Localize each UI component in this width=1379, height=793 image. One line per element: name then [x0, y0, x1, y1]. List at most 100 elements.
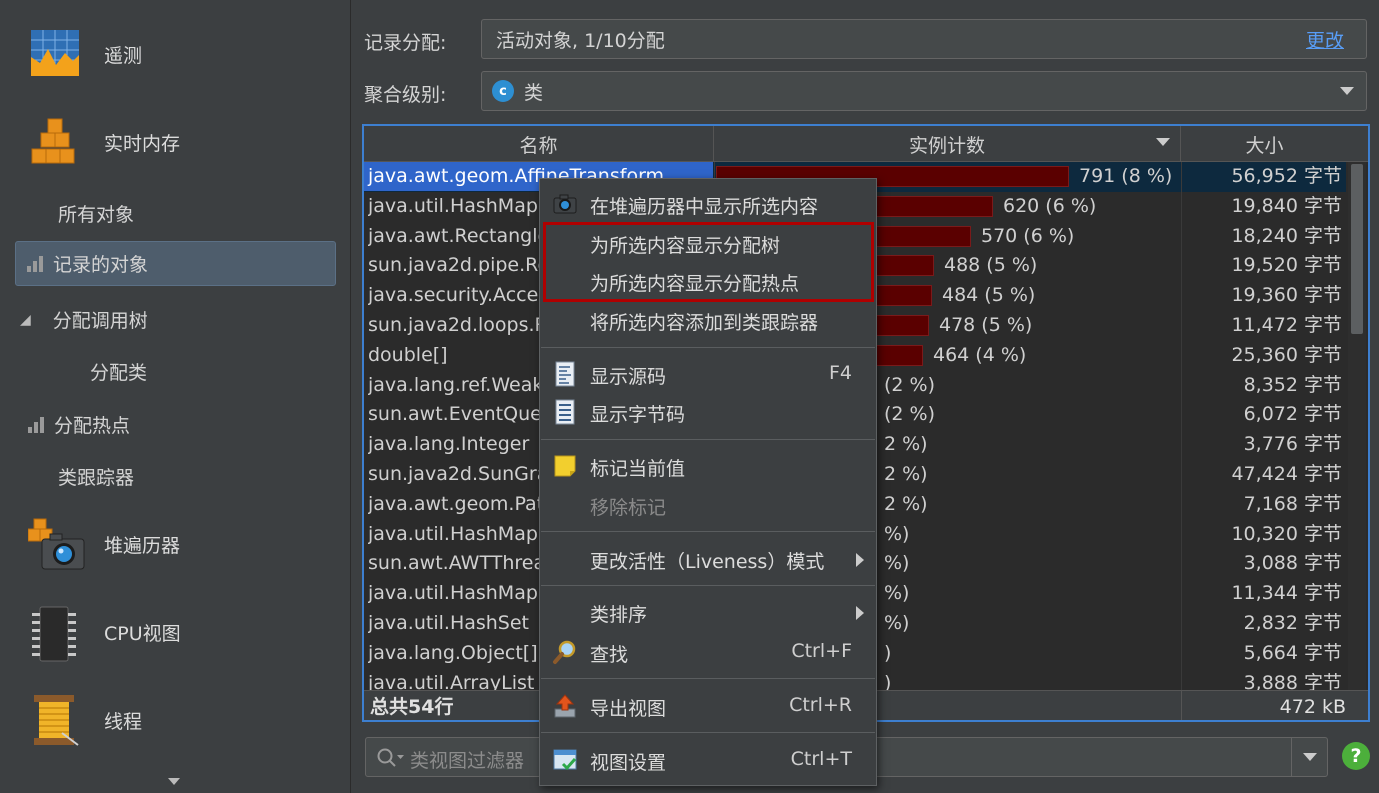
menu-label-sort-classes: 类排序	[590, 604, 648, 626]
menu-item-show-in-heap-walker[interactable]: 在堆遍历器中显示所选内容	[540, 186, 876, 222]
record-allocations-label: 记录分配:	[364, 32, 447, 54]
bar-chart-icon	[27, 255, 45, 272]
cell-size: 5,664 字节	[1243, 641, 1342, 664]
sidebar-scroll-down-icon[interactable]	[168, 778, 180, 785]
sidebar-item-alloc-hotspots[interactable]: 分配热点	[28, 411, 130, 438]
menu-item-show-bytecode[interactable]: 显示字节码	[540, 394, 876, 430]
menu-label-mark-current: 标记当前值	[590, 458, 686, 480]
cell-instance-count: 791 (8 %)	[1079, 165, 1173, 187]
sidebar-label-live-memory: 实时内存	[104, 132, 181, 155]
menu-separator	[541, 732, 875, 733]
sidebar-item-live-memory[interactable]: 实时内存	[28, 112, 180, 172]
menu-separator	[541, 531, 875, 532]
cell-instance-count: 464 (4 %)	[933, 343, 1027, 366]
sort-descending-icon	[1156, 138, 1170, 146]
menu-label-add-to-class-tracker: 将所选内容添加到类跟踪器	[590, 312, 819, 334]
menu-label-find: 查找	[590, 644, 629, 666]
column-header-instance-count[interactable]: 实例计数	[714, 126, 1181, 162]
menu-item-export-view[interactable]: 导出视图 Ctrl+R	[540, 688, 876, 724]
cell-instance-count: 2 %)	[884, 492, 928, 515]
column-divider	[1181, 162, 1182, 690]
aggregation-level-label: 聚合级别:	[364, 84, 447, 106]
cell-instance-count: (2 %)	[884, 403, 936, 426]
thread-spool-icon	[28, 693, 82, 747]
total-size: 472 kB	[1279, 696, 1346, 718]
submenu-arrow-icon	[856, 553, 864, 567]
menu-separator	[541, 585, 875, 586]
menu-label-export-view: 导出视图	[590, 698, 667, 720]
sidebar-item-alloc-classes[interactable]: 分配类	[90, 358, 147, 385]
aggregation-level-select[interactable]: c 类	[481, 71, 1367, 111]
cell-size: 8,352 字节	[1243, 373, 1342, 396]
change-link[interactable]: 更改	[1306, 26, 1344, 53]
column-header-size[interactable]: 大小	[1181, 126, 1348, 162]
cell-instance-count: 478 (5 %)	[939, 314, 1033, 336]
cell-instance-count: )	[884, 641, 892, 664]
scrollbar-thumb[interactable]	[1351, 164, 1363, 334]
sidebar-label-telemetry: 遥测	[104, 44, 143, 67]
cell-instance-count: 2 %)	[884, 433, 928, 456]
sidebar-item-telemetry[interactable]: 遥测	[28, 24, 142, 84]
sidebar: 遥测 实时内存 所有对象 记录的对象 ◢ 分配调用树 分配类 分配热点 类跟踪器	[0, 0, 351, 793]
table-header: 名称 实例计数 大小	[364, 126, 1368, 162]
cell-size: 11,344 字节	[1231, 582, 1342, 605]
cell-instance-count: %)	[884, 552, 910, 575]
menu-label-remove-mark: 移除标记	[590, 497, 667, 519]
column-header-name[interactable]: 名称	[364, 126, 714, 162]
menu-item-mark-current[interactable]: 标记当前值	[540, 448, 876, 484]
menu-item-find[interactable]: 查找 Ctrl+F	[540, 634, 876, 670]
export-icon	[554, 694, 576, 718]
cell-size: 3,088 字节	[1243, 552, 1342, 575]
telemetry-icon	[28, 27, 82, 81]
menu-shortcut-show-source: F4	[828, 362, 852, 384]
menu-label-change-liveness: 更改活性（Liveness）模式	[590, 551, 825, 573]
record-allocations-value: 活动对象, 1/10分配	[496, 29, 665, 52]
sidebar-item-alloc-call-tree[interactable]: ◢ 分配调用树	[20, 306, 148, 333]
menu-item-view-settings[interactable]: 视图设置 Ctrl+T	[540, 742, 876, 778]
total-rows: 总共54行	[370, 696, 454, 718]
menu-label-show-source: 显示源码	[590, 366, 667, 388]
sidebar-label-recorded-objects: 记录的对象	[53, 254, 149, 276]
sidebar-label-heap-walker: 堆遍历器	[104, 534, 181, 557]
cell-size: 10,320 字节	[1231, 522, 1342, 545]
menu-shortcut-find: Ctrl+F	[791, 640, 852, 662]
cell-size: 3,776 字节	[1243, 433, 1342, 456]
cell-size: 18,240 字节	[1231, 224, 1342, 247]
cell-instance-count: %)	[884, 582, 910, 605]
vertical-scrollbar[interactable]	[1348, 162, 1366, 690]
menu-separator	[541, 439, 875, 440]
cell-instance-count: 488 (5 %)	[944, 254, 1038, 277]
class-icon: c	[492, 80, 514, 102]
chevron-down-icon[interactable]	[1340, 87, 1354, 95]
cell-instance-count: 570 (6 %)	[981, 224, 1075, 247]
sidebar-label-alloc-call-tree: 分配调用树	[52, 310, 148, 332]
cell-size: 19,360 字节	[1231, 284, 1342, 307]
sidebar-item-class-tracker[interactable]: 类跟踪器	[58, 463, 134, 490]
menu-item-remove-mark: 移除标记	[540, 487, 876, 523]
cell-size: 56,952 字节	[1231, 165, 1342, 187]
sidebar-item-heap-walker[interactable]: 堆遍历器	[27, 514, 181, 574]
filter-placeholder: 类视图过滤器	[410, 750, 525, 772]
menu-item-sort-classes[interactable]: 类排序	[540, 594, 876, 630]
filter-dropdown-button[interactable]	[1291, 738, 1327, 776]
menu-item-add-to-class-tracker[interactable]: 将所选内容添加到类跟踪器	[540, 302, 876, 338]
cell-size: 11,472 字节	[1231, 314, 1342, 336]
submenu-arrow-icon	[856, 606, 864, 620]
collapse-triangle-icon[interactable]: ◢	[20, 312, 31, 328]
magnifier-icon	[553, 640, 576, 664]
bytecode-file-icon	[555, 399, 575, 425]
menu-label-show-bytecode: 显示字节码	[590, 404, 686, 426]
sidebar-label-alloc-hotspots: 分配热点	[54, 415, 131, 437]
menu-item-change-liveness[interactable]: 更改活性（Liveness）模式	[540, 541, 876, 577]
sidebar-item-threads[interactable]: 线程	[28, 690, 142, 750]
menu-label-show-in-heap-walker: 在堆遍历器中显示所选内容	[590, 196, 819, 218]
menu-item-show-source[interactable]: 显示源码 F4	[540, 356, 876, 392]
highlight-annotation-box	[543, 222, 874, 302]
help-icon[interactable]: ?	[1342, 742, 1370, 770]
cell-instance-count: (2 %)	[884, 373, 936, 396]
cell-instance-count: 620 (6 %)	[1003, 194, 1097, 217]
sticky-note-icon	[554, 455, 576, 477]
sidebar-item-all-objects[interactable]: 所有对象	[58, 200, 134, 227]
sidebar-item-cpu-views[interactable]: CPU视图	[28, 602, 181, 662]
sidebar-item-recorded-objects[interactable]: 记录的对象	[15, 241, 336, 286]
